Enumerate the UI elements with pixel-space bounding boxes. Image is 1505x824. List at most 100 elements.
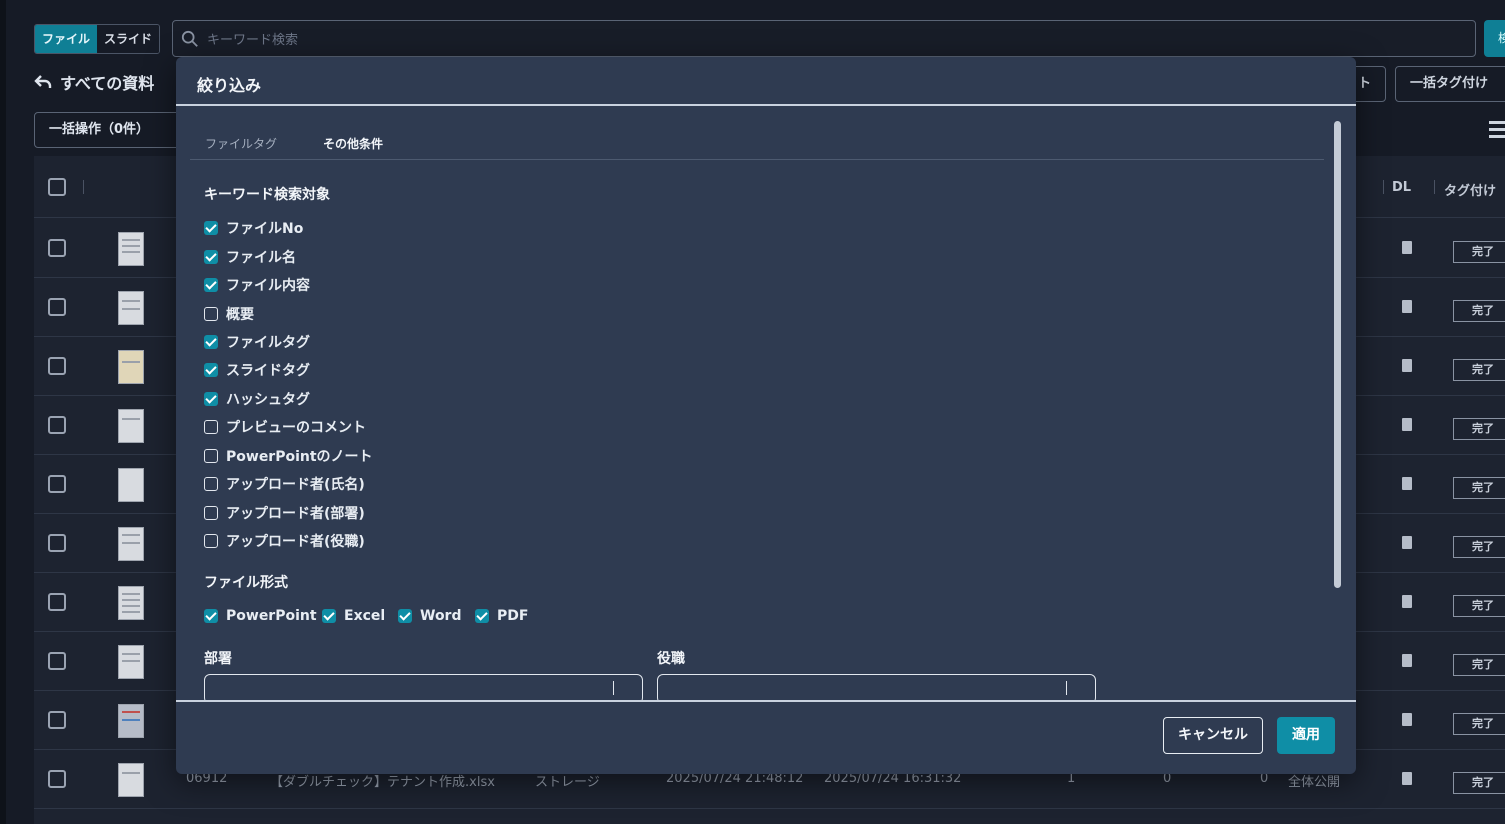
tag-done-badge[interactable]: 完了 <box>1453 713 1505 735</box>
search-placeholder: キーワード検索 <box>207 33 299 48</box>
row-checkbox[interactable] <box>48 298 66 316</box>
file-thumbnail <box>118 527 144 561</box>
checkbox-box <box>204 506 218 520</box>
download-icon[interactable] <box>1402 300 1412 313</box>
file-thumbnail <box>118 645 144 679</box>
bulk-action-select[interactable]: 一括操作（0件） <box>34 112 184 148</box>
file-thumbnail <box>118 586 144 620</box>
checkbox-label: Word <box>420 608 462 624</box>
checkbox-format-pdf[interactable]: PDF <box>475 608 528 624</box>
tag-done-badge[interactable]: 完了 <box>1453 477 1505 499</box>
toggle-file[interactable]: ファイル <box>35 25 98 53</box>
checkbox-file-name[interactable]: ファイル名 <box>204 247 296 267</box>
checkbox-uploader-department[interactable]: アップロード者(部署) <box>204 503 365 523</box>
tab-file-tag[interactable]: ファイルタグ <box>205 135 277 152</box>
checkbox-box <box>204 392 218 406</box>
download-icon[interactable] <box>1402 595 1412 608</box>
download-icon[interactable] <box>1402 477 1412 490</box>
download-icon[interactable] <box>1402 713 1412 726</box>
download-icon[interactable] <box>1402 418 1412 431</box>
checkbox-label: PDF <box>497 608 529 624</box>
toggle-slide[interactable]: スライド <box>97 25 160 53</box>
position-select[interactable] <box>657 674 1096 702</box>
checkbox-preview-comment[interactable]: プレビューのコメント <box>204 417 366 437</box>
header-dl: DL <box>1392 180 1412 195</box>
checkbox-file-tag[interactable]: ファイルタグ <box>204 332 310 352</box>
checkbox-uploader-position[interactable]: アップロード者(役職) <box>204 531 365 551</box>
menu-icon[interactable] <box>1489 121 1505 142</box>
checkbox-format-powerpoint[interactable]: PowerPoint <box>204 608 317 624</box>
checkbox-summary[interactable]: 概要 <box>204 304 254 324</box>
checkbox-format-excel[interactable]: Excel <box>322 608 385 624</box>
tag-done-badge[interactable]: 完了 <box>1453 654 1505 676</box>
modal-tabs: ファイルタグ その他条件 <box>190 128 1324 160</box>
tag-done-badge[interactable]: 完了 <box>1453 772 1505 794</box>
modal-scrollbar[interactable] <box>1334 121 1341 588</box>
checkbox-label: アップロード者(氏名) <box>226 477 365 493</box>
tag-done-badge[interactable]: 完了 <box>1453 595 1505 617</box>
tag-done-badge[interactable]: 完了 <box>1453 300 1505 322</box>
checkbox-slide-tag[interactable]: スライドタグ <box>204 360 310 380</box>
row-checkbox[interactable] <box>48 475 66 493</box>
search-button[interactable]: 検 <box>1484 20 1505 57</box>
checkbox-file-content[interactable]: ファイル内容 <box>204 275 310 295</box>
checkbox-box <box>204 221 218 235</box>
department-select[interactable] <box>204 674 643 702</box>
row-checkbox[interactable] <box>48 593 66 611</box>
select-all-checkbox[interactable] <box>48 178 66 196</box>
modal-footer: キャンセル 適用 <box>176 700 1356 774</box>
row-checkbox[interactable] <box>48 652 66 670</box>
checkbox-box <box>475 609 489 623</box>
download-icon[interactable] <box>1402 654 1412 667</box>
checkbox-box <box>204 477 218 491</box>
modal-title: 絞り込み <box>176 57 1356 106</box>
file-thumbnail <box>118 468 144 502</box>
row-checkbox[interactable] <box>48 534 66 552</box>
checkbox-box <box>204 363 218 377</box>
tab-other-conditions[interactable]: その他条件 <box>323 135 383 152</box>
file-thumbnail <box>118 763 144 797</box>
search-bar[interactable]: キーワード検索 <box>172 20 1476 57</box>
tag-done-badge[interactable]: 完了 <box>1453 359 1505 381</box>
checkbox-powerpoint-notes[interactable]: PowerPointのノート <box>204 446 373 466</box>
download-icon[interactable] <box>1402 772 1412 785</box>
file-thumbnail <box>118 291 144 325</box>
checkbox-hashtag[interactable]: ハッシュタグ <box>204 389 310 409</box>
apply-button[interactable]: 適用 <box>1277 717 1335 754</box>
tag-done-badge[interactable]: 完了 <box>1453 418 1505 440</box>
row-checkbox[interactable] <box>48 770 66 788</box>
checkbox-box <box>398 609 412 623</box>
checkbox-label: アップロード者(部署) <box>226 506 365 522</box>
cancel-button[interactable]: キャンセル <box>1163 717 1263 754</box>
checkbox-label: ファイルNo <box>226 221 304 237</box>
tag-done-badge[interactable]: 完了 <box>1453 241 1505 263</box>
file-thumbnail <box>118 350 144 384</box>
checkbox-box <box>204 420 218 434</box>
download-icon[interactable] <box>1402 359 1412 372</box>
select-divider <box>613 681 614 695</box>
checkbox-box <box>322 609 336 623</box>
header-separator <box>1383 180 1384 194</box>
format-section-title: ファイル形式 <box>204 575 288 591</box>
download-icon[interactable] <box>1402 241 1412 254</box>
checkbox-box <box>204 278 218 292</box>
checkbox-label: アップロード者(役職) <box>226 534 365 550</box>
checkbox-format-word[interactable]: Word <box>398 608 462 624</box>
checkbox-box <box>204 250 218 264</box>
checkbox-uploader-name[interactable]: アップロード者(氏名) <box>204 474 365 494</box>
modal-body: ファイルタグ その他条件 キーワード検索対象 ファイルNo ファイル名 ファイル… <box>176 108 1356 702</box>
breadcrumb: すべての資料 <box>34 70 154 94</box>
checkbox-box <box>204 307 218 321</box>
tag-done-badge[interactable]: 完了 <box>1453 536 1505 558</box>
checkbox-label: ファイル内容 <box>226 278 310 294</box>
bulk-tag-button[interactable]: 一括タグ付け <box>1395 66 1505 102</box>
row-checkbox[interactable] <box>48 416 66 434</box>
row-checkbox[interactable] <box>48 711 66 729</box>
row-checkbox[interactable] <box>48 239 66 257</box>
download-icon[interactable] <box>1402 536 1412 549</box>
back-arrow-icon[interactable] <box>34 74 52 90</box>
row-checkbox[interactable] <box>48 357 66 375</box>
checkbox-file-no[interactable]: ファイルNo <box>204 218 303 238</box>
department-label: 部署 <box>204 651 232 667</box>
checkbox-label: ファイル名 <box>226 250 296 266</box>
